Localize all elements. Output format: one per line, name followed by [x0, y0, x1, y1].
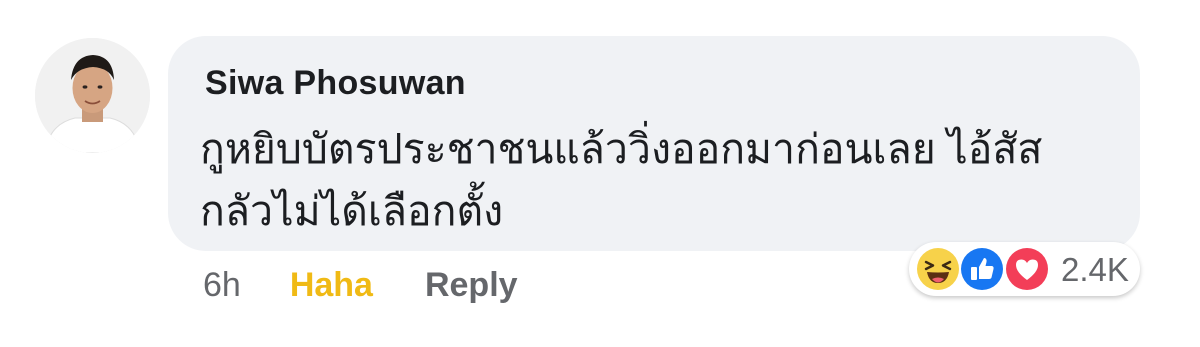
comment-actions: 6h Haha Reply	[203, 262, 518, 308]
comment-timestamp[interactable]: 6h	[203, 266, 241, 305]
reaction-button[interactable]: Haha	[290, 266, 373, 305]
comment-bubble: Siwa Phosuwan กูหยิบบัตรประชาชนแล้ววิ่งอ…	[168, 36, 1140, 251]
like-icon	[959, 246, 1005, 292]
avatar[interactable]	[35, 38, 150, 153]
comment-text-line-2: กลัวไม่ได้เลือกตั้ง	[200, 188, 504, 234]
comment-author[interactable]: Siwa Phosuwan	[205, 64, 466, 103]
reaction-count: 2.4K	[1061, 251, 1129, 288]
love-icon	[1004, 246, 1050, 292]
comment-text: กูหยิบบัตรประชาชนแล้ววิ่งออกมาก่อนเลย ไอ…	[200, 118, 1120, 242]
haha-icon	[915, 246, 961, 292]
reply-button[interactable]: Reply	[425, 266, 518, 305]
reaction-summary[interactable]: 2.4K	[909, 242, 1140, 296]
comment-text-line-1: กูหยิบบัตรประชาชนแล้ววิ่งออกมาก่อนเลย ไอ…	[200, 126, 1043, 172]
